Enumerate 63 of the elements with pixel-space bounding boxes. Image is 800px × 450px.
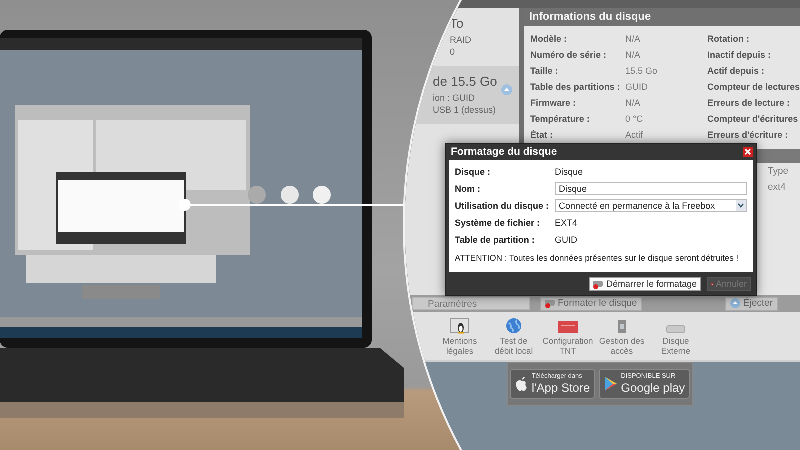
info-value: N/A <box>625 50 642 60</box>
caret-icon <box>736 200 746 211</box>
info-label: Compteur d'écritures <box>707 114 800 124</box>
disk-item-text: RAID <box>450 34 472 46</box>
info-value: N/A <box>625 34 642 44</box>
badge-title: Google play <box>621 381 686 395</box>
field-label: Disque : <box>455 166 492 176</box>
penguin-icon[interactable] <box>450 318 470 334</box>
info-label: Actif depuis : <box>707 66 766 76</box>
eject-icon <box>730 298 742 309</box>
info-value: GUID <box>625 82 649 92</box>
info-label: Numéro de série : <box>530 50 608 60</box>
name-input-field[interactable]: Disque <box>555 182 747 195</box>
app-label[interactable]: Disque Externe <box>661 336 691 356</box>
start-format-button[interactable]: Démarrer le formatage <box>589 277 701 291</box>
app-label[interactable]: Gestion des accès <box>599 336 645 356</box>
apple-icon <box>514 376 529 392</box>
app-label[interactable]: Mentions légales <box>442 336 478 356</box>
info-label: Modèle : <box>530 34 568 44</box>
info-label: Taille : <box>530 66 560 76</box>
globe-icon[interactable] <box>504 318 524 334</box>
warning-text: ATTENTION : Toutes les données présentes sur le disque seront détruites ! <box>455 252 739 264</box>
usage-dropdown[interactable]: Connecté en permanence à la Freebox <box>555 199 747 212</box>
disk-item-text: USB 1 (dessus) <box>433 104 496 116</box>
dialog-title: Formatage du disque <box>451 146 558 158</box>
info-label: Erreurs d'écriture : <box>707 130 790 140</box>
disk-item-text: de 15.5 Go <box>433 73 498 91</box>
disk-item-text: 0 <box>450 46 456 58</box>
field-value: EXT4 <box>555 218 578 228</box>
close-button[interactable] <box>743 147 753 157</box>
field-label: Nom : <box>455 184 482 194</box>
info-label: Rotation : <box>707 34 750 44</box>
field-label: Système de fichier : <box>455 218 542 228</box>
settings-field: Paramètres <box>412 297 530 310</box>
info-value: N/A <box>625 98 642 108</box>
info-value: Actif <box>625 130 644 140</box>
field-label: Table de partition : <box>455 234 536 244</box>
app-label[interactable]: Test de débit local <box>494 336 534 356</box>
eject-button[interactable]: Éjecter <box>725 296 778 310</box>
panel-title: Informations du disque <box>524 8 800 26</box>
tv-icon[interactable] <box>558 318 578 334</box>
disk-item-text: ion : GUID <box>433 92 476 104</box>
table-cell-text: ext4 <box>768 182 787 192</box>
app-label[interactable]: Configuration TNT <box>542 336 594 356</box>
info-label: État : <box>530 130 554 140</box>
info-label: Compteur de lectures <box>707 82 800 92</box>
field-value: Disque <box>555 166 584 176</box>
disk-list-item[interactable]: To RAID 0 <box>405 8 519 66</box>
field-label: Utilisation du disque : <box>455 200 550 210</box>
info-value: 0 °C <box>625 114 644 124</box>
info-label: Firmware : <box>530 98 577 108</box>
info-label: Inactif depuis : <box>707 50 772 60</box>
badge-title: l'App Store <box>532 381 590 395</box>
format-button[interactable]: Formater le disque <box>540 296 642 310</box>
info-label: Erreurs de lecture : <box>707 98 792 108</box>
info-value: 15.5 Go <box>625 66 658 76</box>
info-label: Température : <box>530 114 591 124</box>
field-value: GUID <box>555 234 578 244</box>
play-icon <box>604 376 618 392</box>
disk-item-text: To <box>450 15 464 33</box>
info-label: Table des partitions : <box>530 82 622 92</box>
eject-icon[interactable] <box>501 84 513 96</box>
column-header: Type <box>768 166 790 176</box>
